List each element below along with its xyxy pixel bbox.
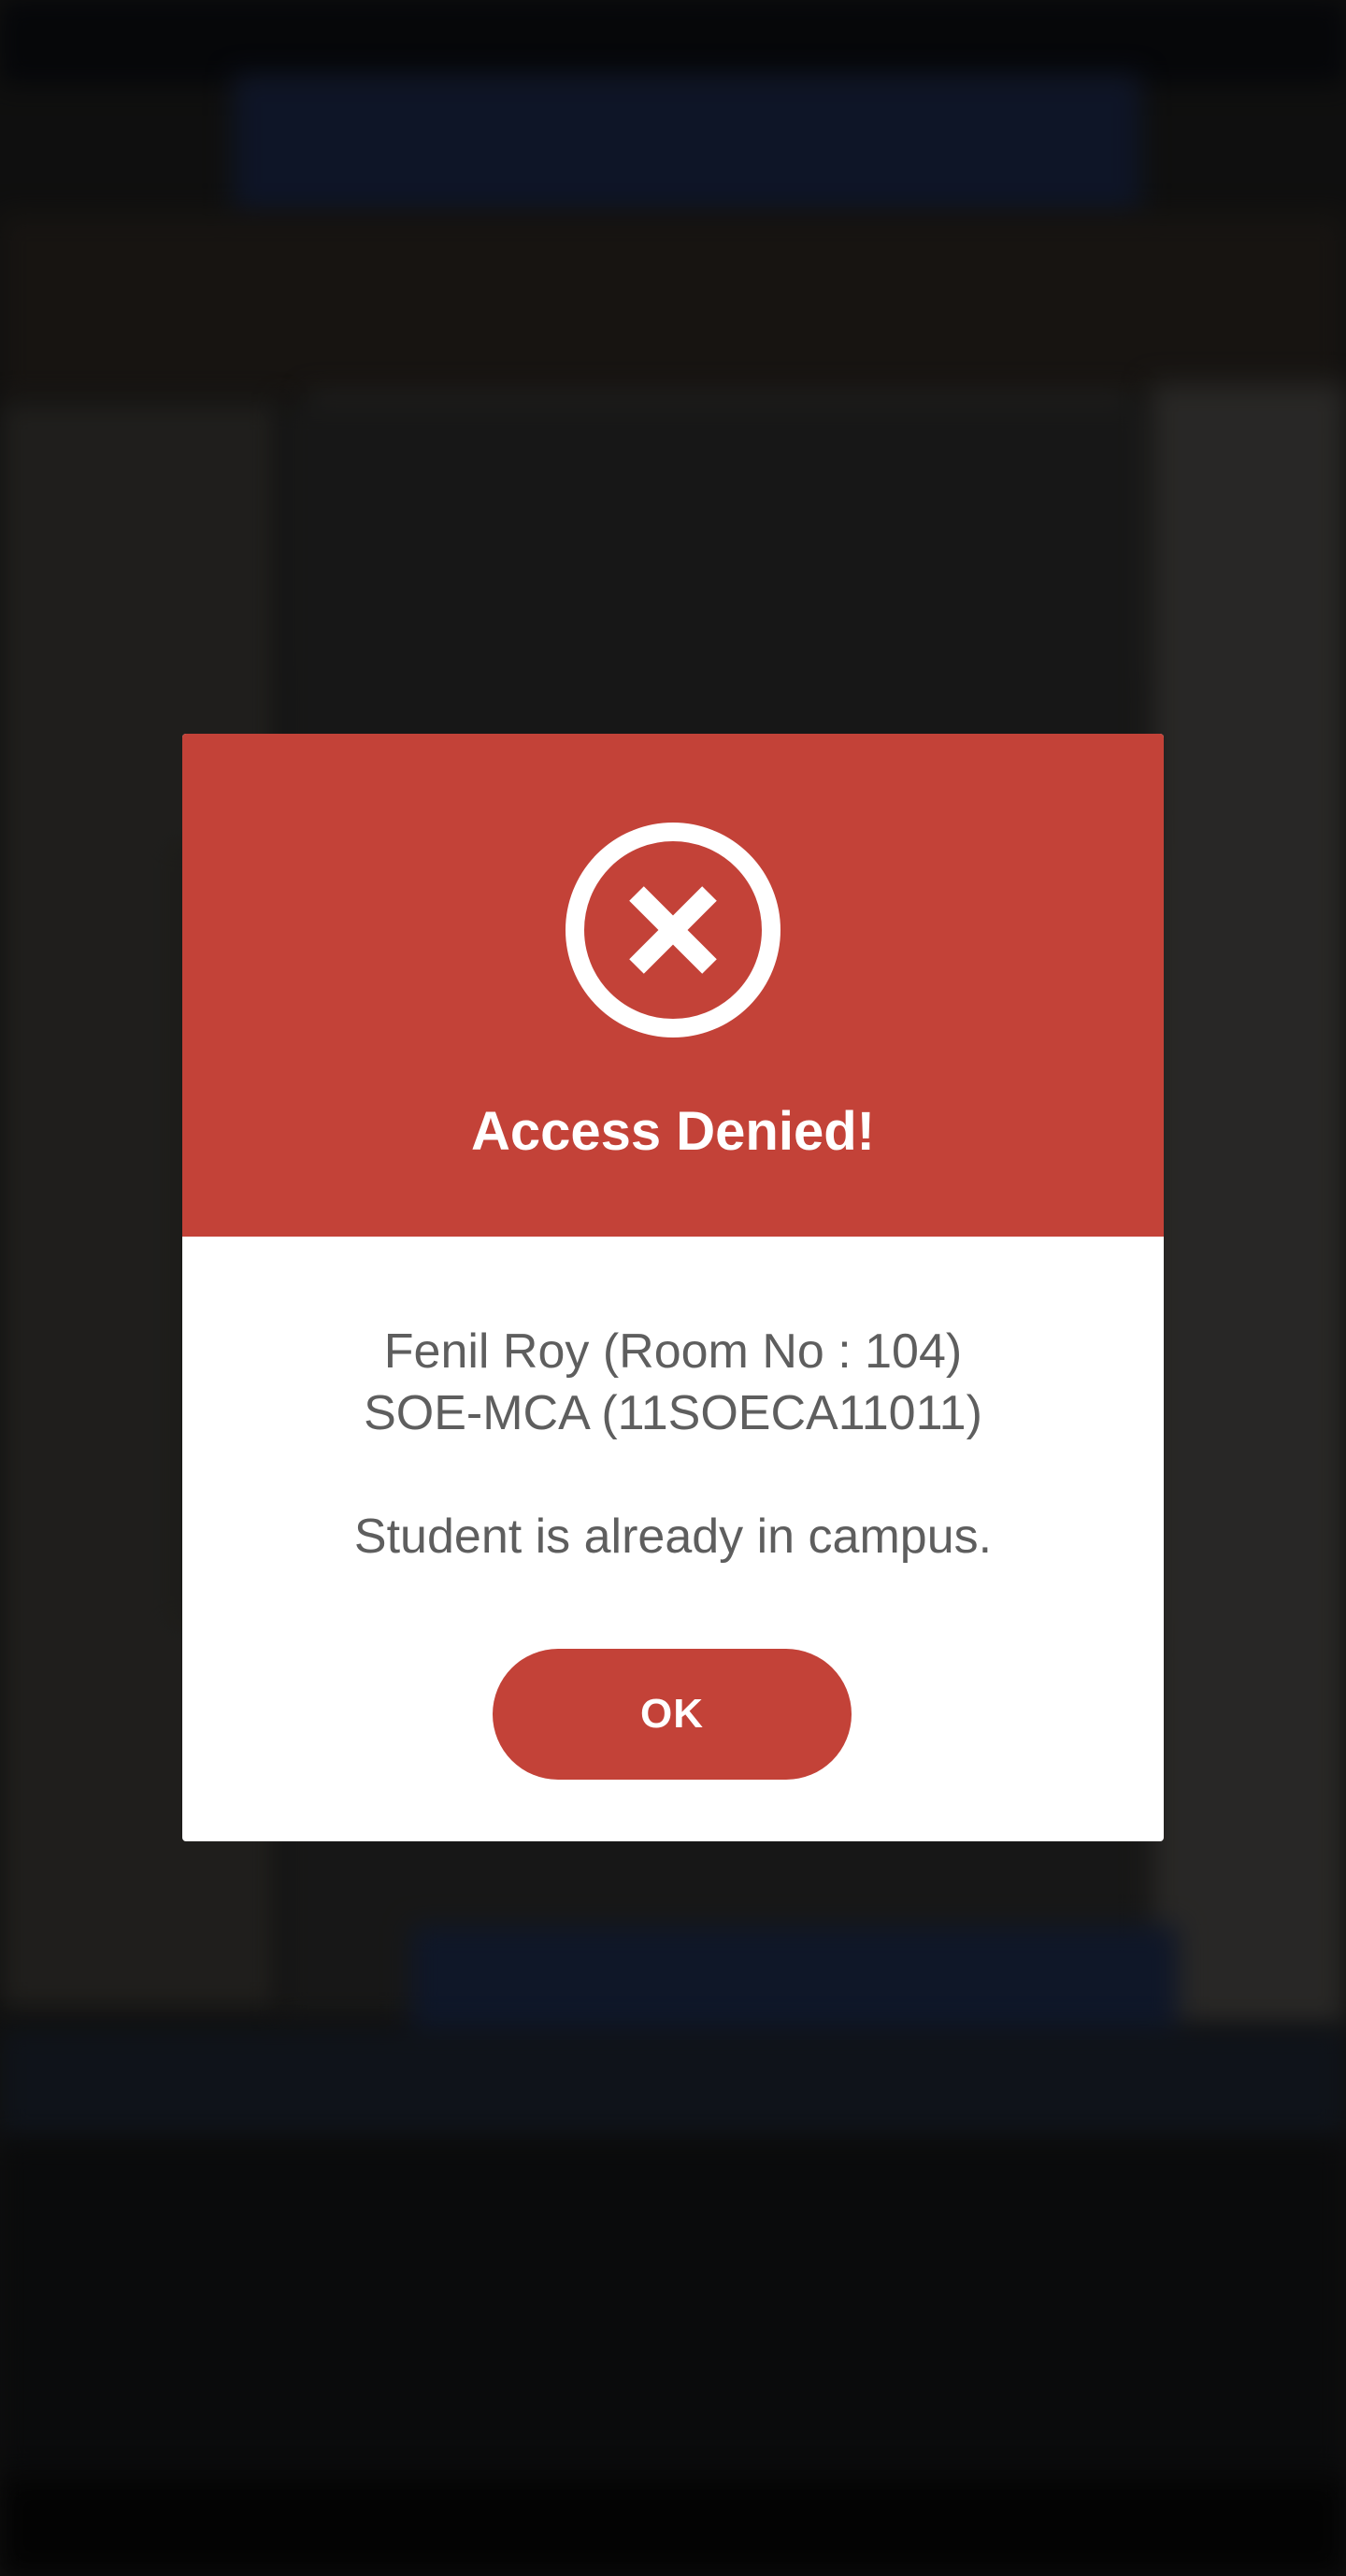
status-message: Student is already in campus. bbox=[353, 1510, 993, 1564]
ok-button[interactable]: OK bbox=[493, 1649, 852, 1780]
student-program-id: SOE-MCA (11SOECA11011) bbox=[364, 1386, 982, 1440]
access-denied-dialog: Access Denied! Fenil Roy (Room No : 104)… bbox=[182, 734, 1164, 1841]
close-circle-icon bbox=[564, 821, 782, 1039]
dialog-header: Access Denied! bbox=[182, 734, 1164, 1237]
dialog-title: Access Denied! bbox=[471, 1101, 875, 1162]
student-name-room: Fenil Roy (Room No : 104) bbox=[383, 1324, 963, 1379]
